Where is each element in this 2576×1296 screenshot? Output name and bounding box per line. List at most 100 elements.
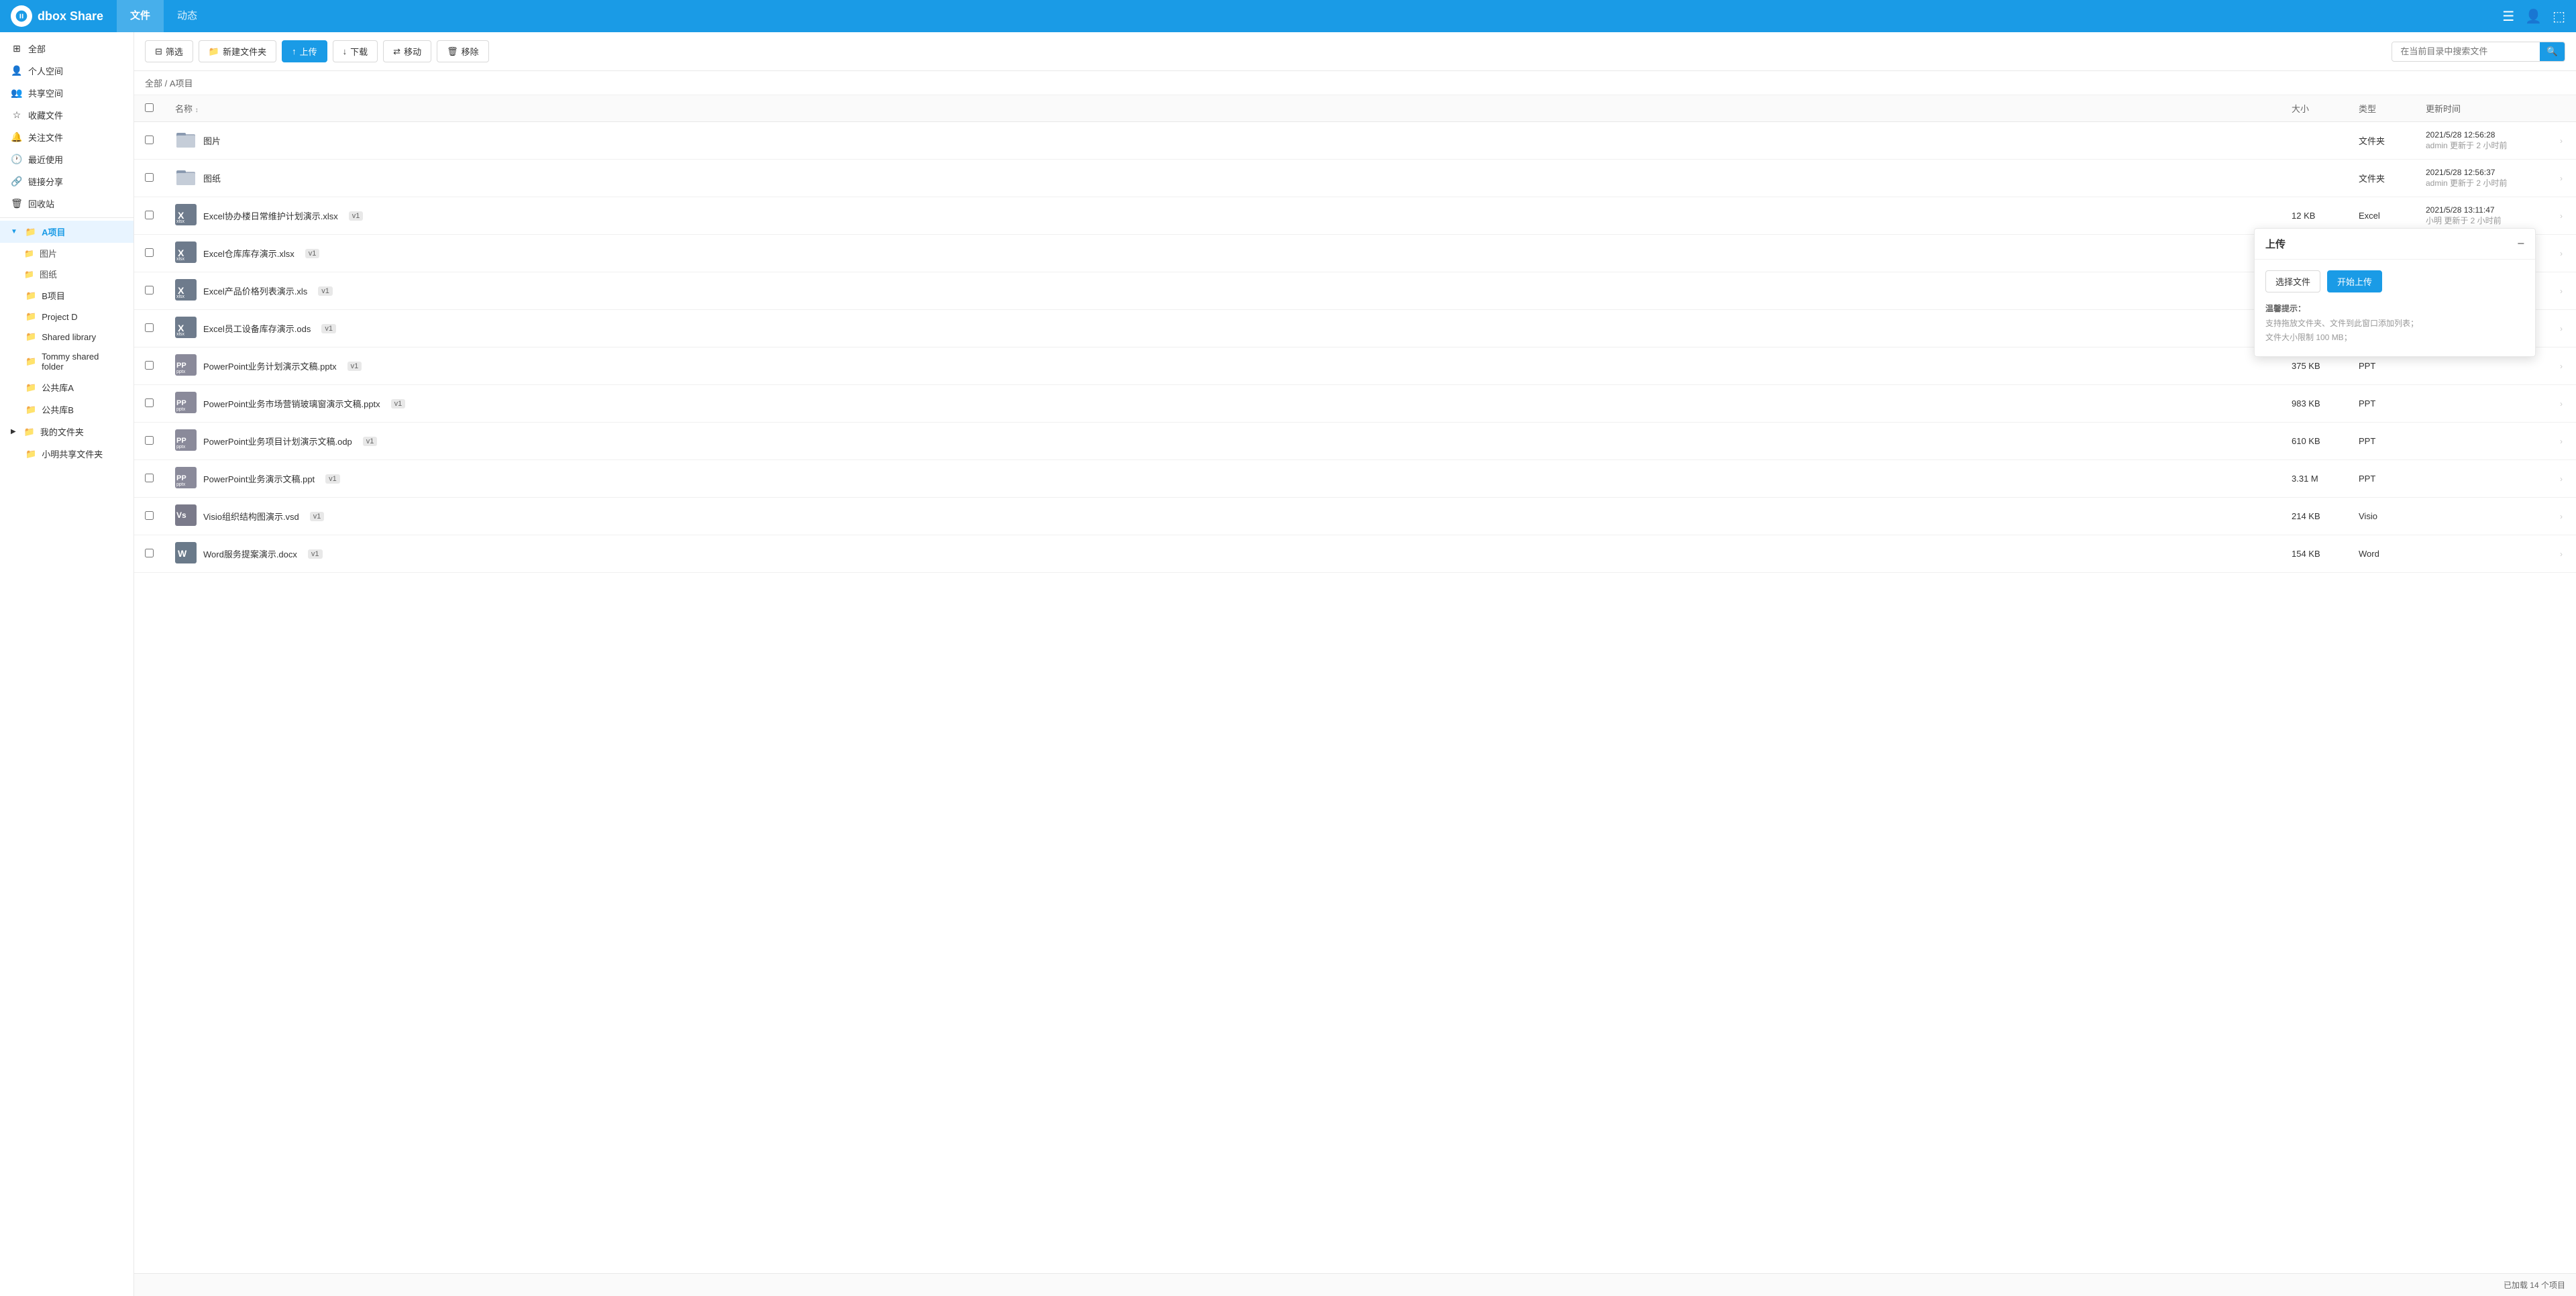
col-header-size: 大小 [2281,95,2348,122]
chevron-icon[interactable]: › [2560,437,2563,446]
file-name[interactable]: PowerPoint业务演示文稿.ppt [203,472,315,485]
row-checkbox[interactable] [145,136,154,144]
row-checkbox[interactable] [145,549,154,557]
row-checkbox[interactable] [145,286,154,294]
row-checkbox[interactable] [145,511,154,520]
sidebar-item-my-files[interactable]: ▶ 📁 我的文件夹 [0,421,133,443]
file-name-cell: Vs Visio组织结构图演示.vsd v1 [175,504,2270,528]
table-row: Xxlsx Excel协办楼日常维护计划演示.xlsx v1 12 KB Exc… [134,197,2576,235]
file-type-icon: PPpptx [175,392,197,415]
sidebar-item-shared-library[interactable]: 📁 Shared library [0,327,133,347]
chevron-icon[interactable]: › [2560,512,2563,521]
dialog-close-button[interactable]: − [2517,237,2524,251]
sidebar-sub-images[interactable]: 📁 图片 [0,243,133,264]
user-icon[interactable]: 👤 [2525,8,2542,25]
file-size: 154 KB [2281,535,2348,573]
logout-icon[interactable]: ⬚ [2553,8,2565,25]
chevron-icon[interactable]: › [2560,249,2563,258]
delete-button[interactable]: 🗑 移除 [437,40,489,62]
chevron-icon[interactable]: › [2560,174,2563,183]
sidebar-item-favorites[interactable]: ☆ 收藏文件 [0,104,133,126]
file-name[interactable]: 图纸 [203,172,221,184]
row-checkbox[interactable] [145,474,154,482]
file-name[interactable]: PowerPoint业务市场营销玻璃窗演示文稿.pptx [203,397,380,410]
upload-dialog: 上传 − 选择文件 开始上传 温馨提示： 支持拖放文件夹、文件到此窗口添加列表；… [2254,228,2536,357]
row-checkbox[interactable] [145,398,154,407]
file-name[interactable]: Visio组织结构图演示.vsd [203,510,299,523]
dialog-body: 选择文件 开始上传 温馨提示： 支持拖放文件夹、文件到此窗口添加列表； 文件大小… [2255,260,2535,356]
file-type-icon [175,129,197,152]
folder-icon: 📁 [25,227,36,237]
sidebar-item-all[interactable]: ⊞ 全部 [0,38,133,60]
version-badge: v1 [363,437,378,446]
version-badge: v1 [325,474,340,484]
file-type: PPT [2348,423,2415,460]
sidebar-item-followed[interactable]: 🔔 关注文件 [0,126,133,148]
file-name[interactable]: Excel仓库库存演示.xlsx [203,247,294,260]
file-name[interactable]: PowerPoint业务项目计划演示文稿.odp [203,435,352,447]
row-checkbox[interactable] [145,211,154,219]
sidebar-sub-blueprints[interactable]: 📁 图纸 [0,264,133,284]
file-type: Word [2348,535,2415,573]
sidebar-item-link-share[interactable]: 🔗 链接分享 [0,170,133,193]
breadcrumb-current: A项目 [170,78,193,89]
chevron-icon[interactable]: › [2560,136,2563,146]
file-name[interactable]: Excel产品价格列表演示.xls [203,284,307,297]
sidebar-item-xiao-shared[interactable]: 📁 小明共享文件夹 [0,443,133,465]
sidebar-item-recycle[interactable]: 🗑 回收站 [0,193,133,215]
sidebar-item-a-project[interactable]: ▼ 📁 A项目 [0,221,133,243]
menu-icon[interactable]: ☰ [2502,8,2514,25]
version-badge: v1 [349,211,364,221]
row-action: › [2549,498,2576,535]
filter-button[interactable]: ⊟ 筛选 [145,40,193,62]
breadcrumb-all[interactable]: 全部 [145,78,162,89]
file-type-icon: W [175,542,197,565]
table-row: W Word服务提案演示.docx v1 154 KB Word › [134,535,2576,573]
file-type-icon: Xxlsx [175,317,197,340]
row-checkbox[interactable] [145,323,154,332]
file-name[interactable]: Excel员工设备库存演示.ods [203,322,311,335]
chevron-icon[interactable]: › [2560,324,2563,333]
upload-button[interactable]: ↑ 上传 [282,40,327,62]
file-name[interactable]: Excel协办楼日常维护计划演示.xlsx [203,209,338,222]
download-icon: ↓ [343,46,347,56]
search-input[interactable] [2392,42,2540,60]
chevron-icon[interactable]: › [2560,549,2563,559]
select-all-checkbox[interactable] [145,103,154,112]
row-checkbox[interactable] [145,248,154,257]
sidebar-item-recent[interactable]: 🕐 最近使用 [0,148,133,170]
chevron-icon[interactable]: › [2560,286,2563,296]
row-checkbox[interactable] [145,361,154,370]
file-name[interactable]: 图片 [203,134,221,147]
tab-activity[interactable]: 动态 [164,0,211,32]
tab-files[interactable]: 文件 [117,0,164,32]
sidebar-item-tommy[interactable]: 📁 Tommy shared folder [0,347,133,376]
file-name[interactable]: Word服务提案演示.docx [203,547,297,560]
start-upload-button[interactable]: 开始上传 [2327,270,2382,292]
chevron-icon[interactable]: › [2560,211,2563,221]
chevron-icon[interactable]: › [2560,399,2563,409]
row-checkbox[interactable] [145,173,154,182]
sidebar-item-shared-space[interactable]: 👥 共享空间 [0,82,133,104]
download-button[interactable]: ↓ 下载 [333,40,378,62]
row-checkbox[interactable] [145,436,154,445]
svg-text:PP: PP [176,437,186,445]
new-folder-button[interactable]: 📁 新建文件夹 [199,40,276,62]
sidebar-item-project-d[interactable]: 📁 Project D [0,307,133,327]
row-action: › [2549,310,2576,347]
toolbar: ⊟ 筛选 📁 新建文件夹 ↑ 上传 ↓ 下载 ⇄ 移动 🗑 移除 [134,32,2576,71]
trash-icon: 🗑 [11,198,23,209]
sidebar-item-public-b[interactable]: 📁 公共库B [0,398,133,421]
select-file-button[interactable]: 选择文件 [2265,270,2320,292]
col-header-action [2549,95,2576,122]
search-button[interactable]: 🔍 [2540,42,2565,61]
file-name[interactable]: PowerPoint业务计划演示文稿.pptx [203,360,337,372]
move-button[interactable]: ⇄ 移动 [383,40,431,62]
sidebar-item-public-a[interactable]: 📁 公共库A [0,376,133,398]
chevron-icon[interactable]: › [2560,362,2563,371]
file-name-cell: Xxlsx Excel协办楼日常维护计划演示.xlsx v1 [175,204,2270,227]
sidebar-item-b-project[interactable]: 📁 B项目 [0,284,133,307]
dialog-header: 上传 − [2255,229,2535,260]
sidebar-item-personal[interactable]: 👤 个人空间 [0,60,133,82]
chevron-icon[interactable]: › [2560,474,2563,484]
